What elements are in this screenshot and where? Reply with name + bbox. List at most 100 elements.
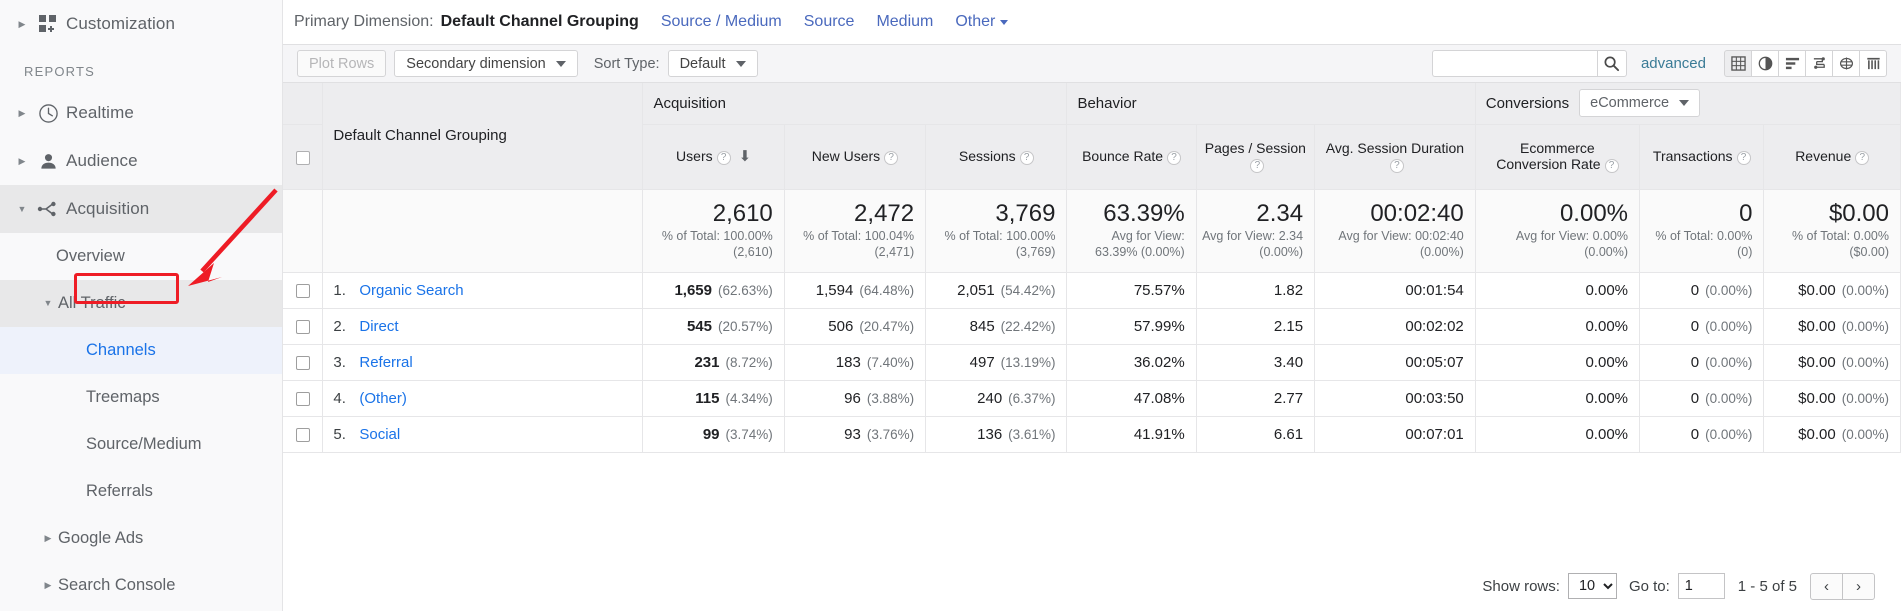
table-row[interactable]: 4. (Other) 115 (4.34%) 96 (3.88%) 240 (6.37%… — [283, 380, 1901, 417]
summary-ecommerce-rate: 0.00% Avg for View: 0.00% (0.00%) — [1475, 189, 1641, 273]
column-header-sessions[interactable]: Sessions? — [925, 124, 1068, 190]
sidebar-item-acquisition[interactable]: ▼ Acquisition — [0, 185, 282, 233]
primary-dimension-source[interactable]: Source — [804, 13, 855, 31]
table-row[interactable]: 2. Direct 545 (20.57%) 506 (20.47%) 845 (22.… — [283, 308, 1901, 345]
row-dimension-link[interactable]: Direct — [359, 318, 398, 335]
row-number: 1. — [333, 281, 346, 299]
column-header-bounce-rate[interactable]: Bounce Rate? — [1066, 124, 1197, 190]
help-icon[interactable]: ? — [1250, 159, 1265, 174]
conversions-label: Conversions — [1485, 94, 1570, 112]
pie-chart-view-icon[interactable] — [1751, 50, 1779, 77]
cell-users: 99 (3.74%) — [642, 416, 785, 453]
summary-subtext: Avg for View: 63.39% (0.00%) — [1095, 229, 1185, 259]
row-checkbox[interactable] — [295, 427, 310, 442]
previous-page-button[interactable]: ‹ — [1810, 572, 1843, 600]
sidebar-item-google-ads[interactable]: ▶ Google Ads — [0, 515, 282, 562]
select-all-checkbox[interactable] — [295, 150, 310, 165]
primary-dimension-current[interactable]: Default Channel Grouping — [441, 13, 639, 31]
sidebar-item-customization[interactable]: ▶ Customization — [0, 0, 282, 48]
summary-value: 63.39% — [1103, 200, 1185, 228]
cell-pct: (0.00%) — [1841, 318, 1889, 334]
row-checkbox-cell[interactable] — [283, 272, 324, 309]
primary-dimension-source-medium[interactable]: Source / Medium — [661, 13, 782, 31]
help-icon[interactable]: ? — [1389, 159, 1404, 174]
sidebar-item-source-medium[interactable]: Source/Medium — [0, 421, 282, 468]
row-dimension-link[interactable]: Social — [359, 426, 400, 443]
sidebar-item-channels[interactable]: Channels — [0, 327, 282, 374]
search-input[interactable] — [1431, 50, 1597, 77]
sidebar-item-referrals[interactable]: Referrals — [0, 468, 282, 515]
sidebar-item-treemaps[interactable]: Treemaps — [0, 374, 282, 421]
cell-value: 115 — [695, 389, 720, 407]
sidebar-item-realtime[interactable]: ▶ Realtime — [0, 89, 282, 137]
help-icon[interactable]: ? — [1167, 151, 1182, 165]
performance-view-icon[interactable] — [1859, 50, 1887, 77]
sort-desc-icon[interactable]: ⬇ — [739, 148, 752, 165]
table-row[interactable]: 1. Organic Search 1,659 (62.63%) 1,594 (64.… — [283, 272, 1901, 309]
secondary-dimension-button[interactable]: Secondary dimension — [394, 50, 578, 77]
row-checkbox[interactable] — [295, 319, 310, 334]
row-dimension: 2. Direct — [322, 308, 644, 345]
row-dimension-link[interactable]: Referral — [359, 354, 412, 371]
column-header-pages-session[interactable]: Pages / Session? — [1196, 124, 1316, 190]
column-header-avg-session-duration[interactable]: Avg. Session Duration? — [1314, 124, 1476, 190]
table-row[interactable]: 5. Social 99 (3.74%) 93 (3.76%) 136 (3.61%) … — [283, 416, 1901, 453]
cell-new-users: 1,594 (64.48%) — [784, 272, 927, 309]
summary-value: 0.00% — [1559, 200, 1629, 228]
search-button[interactable] — [1596, 50, 1627, 77]
cell-value: 183 — [835, 353, 861, 371]
sort-type-button[interactable]: Default — [667, 50, 758, 77]
sidebar-item-label: Realtime — [66, 103, 134, 122]
next-page-button[interactable]: › — [1842, 572, 1875, 600]
help-icon[interactable]: ? — [1019, 151, 1034, 165]
row-dimension-link[interactable]: Organic Search — [359, 282, 463, 299]
ecommerce-select[interactable]: eCommerce — [1579, 89, 1701, 118]
comparison-view-icon[interactable] — [1805, 50, 1833, 77]
row-checkbox-cell[interactable] — [283, 416, 324, 453]
primary-dimension-medium[interactable]: Medium — [876, 13, 933, 31]
help-icon[interactable]: ? — [884, 151, 899, 165]
advanced-link[interactable]: advanced — [1641, 55, 1706, 72]
help-icon[interactable]: ? — [1604, 159, 1619, 174]
cell-ecommerce-rate: 0.00% — [1475, 272, 1641, 309]
summary-users: 2,610 % of Total: 100.00% (2,610) — [642, 189, 785, 273]
column-header-new-users[interactable]: New Users? — [784, 124, 927, 190]
summary-subtext: Avg for View: 00:02:40 (0.00%) — [1338, 229, 1464, 259]
table-view-icon[interactable] — [1724, 50, 1752, 77]
sidebar-item-search-console[interactable]: ▶ Search Console — [0, 562, 282, 609]
summary-subtext: % of Total: 0.00% (0) — [1655, 229, 1753, 259]
row-checkbox-cell[interactable] — [283, 308, 324, 345]
help-icon[interactable]: ? — [716, 150, 731, 165]
report-table-container[interactable]: Default Channel Grouping Acquisition Beh… — [283, 83, 1901, 499]
row-dimension-link[interactable]: (Other) — [359, 390, 407, 407]
summary-pages-session: 2.34 Avg for View: 2.34 (0.00%) — [1196, 189, 1316, 273]
row-checkbox[interactable] — [295, 355, 310, 370]
row-checkbox-cell[interactable] — [283, 344, 324, 381]
dimension-header[interactable]: Default Channel Grouping — [322, 83, 644, 190]
chevron-down-icon — [555, 60, 566, 67]
row-checkbox-cell[interactable] — [283, 380, 324, 417]
cell-new-users: 96 (3.88%) — [784, 380, 927, 417]
column-header-ecommerce-conversion-rate[interactable]: Ecommerce Conversion Rate? — [1475, 124, 1641, 190]
summary-sessions: 3,769 % of Total: 100.00% (3,769) — [925, 189, 1068, 273]
sidebar-item-audience[interactable]: ▶ Audience — [0, 137, 282, 185]
row-checkbox[interactable] — [295, 283, 310, 298]
help-icon[interactable]: ? — [1855, 151, 1870, 165]
pivot-view-icon[interactable] — [1832, 50, 1860, 77]
column-header-transactions[interactable]: Transactions? — [1639, 124, 1765, 190]
go-to-input[interactable] — [1677, 573, 1725, 599]
column-header-revenue[interactable]: Revenue? — [1763, 124, 1901, 190]
select-all-checkbox-cell[interactable] — [283, 124, 324, 190]
help-icon[interactable]: ? — [1736, 151, 1751, 165]
column-header-users[interactable]: Users? ⬇ — [642, 124, 785, 190]
show-rows-select[interactable]: 10 — [1567, 573, 1617, 599]
ecommerce-select-value: eCommerce — [1590, 95, 1670, 112]
table-row[interactable]: 3. Referral 231 (8.72%) 183 (7.40%) 497 (13.… — [283, 344, 1901, 381]
primary-dimension-other[interactable]: Other — [955, 13, 1009, 31]
bar-chart-view-icon[interactable] — [1778, 50, 1806, 77]
sidebar-item-all-traffic[interactable]: ▼ All Traffic — [0, 280, 282, 327]
pagination-bar: Show rows: 10 Go to: 1 - 5 of 5 ‹ › — [283, 561, 1901, 611]
sidebar-item-overview[interactable]: Overview — [0, 233, 282, 280]
row-checkbox[interactable] — [295, 391, 310, 406]
plot-rows-button[interactable]: Plot Rows — [297, 50, 387, 77]
